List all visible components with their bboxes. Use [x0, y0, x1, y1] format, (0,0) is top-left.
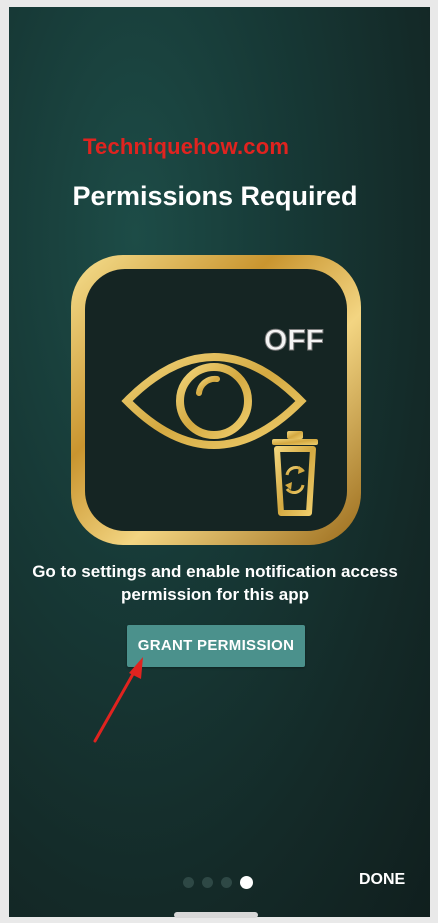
permission-description: Go to settings and enable notification a… [9, 560, 421, 606]
red-arrow-annotation-icon [93, 657, 143, 743]
page-dot-1 [183, 876, 194, 888]
page-dot-4-active [240, 875, 253, 889]
app-logo-icon: OFF [71, 255, 361, 545]
svg-text:OFF: OFF [264, 324, 324, 357]
app-screen: Techniquehow.com Permissions Required OF… [9, 7, 430, 917]
screenshot-frame: Techniquehow.com Permissions Required OF… [0, 0, 438, 923]
page-dot-3 [221, 876, 232, 888]
page-title: Permissions Required [72, 181, 358, 211]
description-line-1: Go to settings and enable notification a… [32, 562, 398, 581]
done-button[interactable]: DONE [359, 871, 405, 889]
page-dot-2 [202, 876, 213, 888]
page-indicator [183, 875, 253, 889]
description-line-2: permission for this app [121, 585, 309, 604]
navigation-handle[interactable] [174, 912, 258, 918]
watermark-text: Techniquehow.com [83, 134, 290, 159]
